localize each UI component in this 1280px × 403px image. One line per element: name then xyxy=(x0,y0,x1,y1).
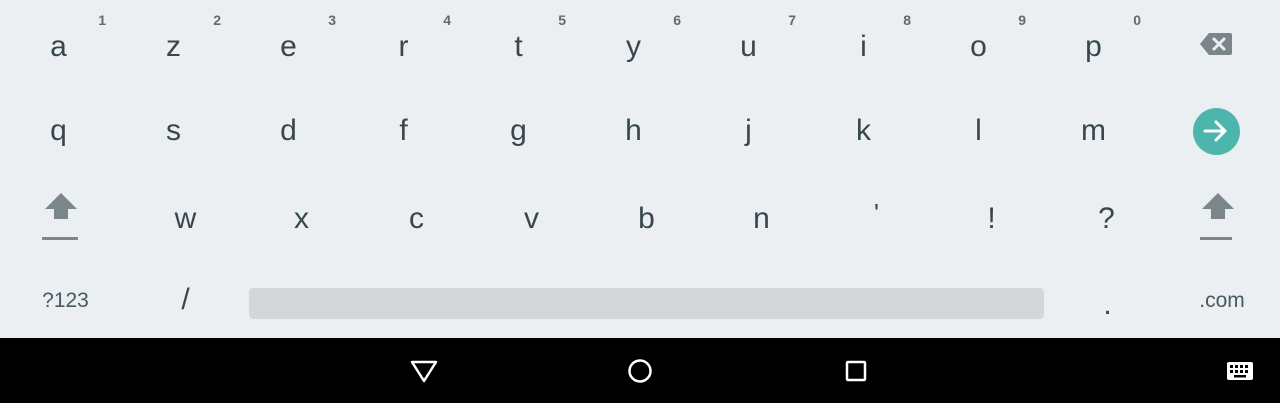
key-label: ? xyxy=(1098,202,1115,235)
system-navigation-bar xyxy=(0,338,1280,403)
key-w[interactable]: w xyxy=(128,174,243,260)
back-button[interactable] xyxy=(379,338,469,403)
key-r[interactable]: r 4 xyxy=(346,0,461,88)
key-label: m xyxy=(1081,114,1106,147)
shift-icon xyxy=(1200,193,1234,240)
recents-square-icon xyxy=(845,360,867,381)
key-label: l xyxy=(975,114,982,147)
key-label: y xyxy=(626,30,641,63)
key-label: / xyxy=(181,283,190,316)
key-hint: 3 xyxy=(328,12,336,28)
home-button[interactable] xyxy=(595,338,685,403)
key-slash[interactable]: / xyxy=(128,262,243,338)
key-label: t xyxy=(514,30,523,63)
key-label: g xyxy=(510,114,527,147)
key-label: ?123 xyxy=(42,288,89,312)
key-hint: 4 xyxy=(443,12,451,28)
key-n[interactable]: n xyxy=(704,174,819,260)
backspace-key[interactable] xyxy=(1158,0,1274,88)
key-t[interactable]: t 5 xyxy=(461,0,576,88)
soft-keyboard: a 1 z 2 e 3 r 4 t 5 y 6 u 7 i 8 o 9 p 0 … xyxy=(0,0,1280,338)
key-label: k xyxy=(856,114,871,147)
key-label: z xyxy=(166,30,181,63)
key-label: e xyxy=(280,30,297,63)
key-label: c xyxy=(409,202,424,235)
key-hint: 0 xyxy=(1133,12,1141,28)
shift-icon xyxy=(42,193,78,240)
shift-key-right[interactable] xyxy=(1160,174,1276,260)
key-label: b xyxy=(638,202,655,235)
key-p[interactable]: p 0 xyxy=(1036,0,1151,88)
key-label: i xyxy=(860,30,867,63)
key-a[interactable]: a 1 xyxy=(1,0,116,88)
key-hint: 9 xyxy=(1018,12,1026,28)
key-q[interactable]: q xyxy=(1,88,116,174)
key-label: h xyxy=(625,114,642,147)
key-l[interactable]: l xyxy=(921,88,1036,174)
key-label: x xyxy=(294,202,309,235)
key-label: v xyxy=(524,202,539,235)
key-s[interactable]: s xyxy=(116,88,231,174)
key-m[interactable]: m xyxy=(1036,88,1151,174)
key-label: u xyxy=(740,30,757,63)
key-label: j xyxy=(745,114,752,147)
arrow-right-icon xyxy=(1203,120,1227,142)
key-h[interactable]: h xyxy=(576,88,691,174)
keyboard-switch-button[interactable] xyxy=(1200,338,1280,403)
key-label: .com xyxy=(1199,288,1245,312)
key-e[interactable]: e 3 xyxy=(231,0,346,88)
key-label: r xyxy=(398,30,409,63)
back-triangle-icon xyxy=(410,360,438,382)
key-exclamation[interactable]: ! xyxy=(934,174,1049,260)
symbols-key[interactable]: ?123 xyxy=(8,262,123,338)
key-hint: 6 xyxy=(673,12,681,28)
key-d[interactable]: d xyxy=(231,88,346,174)
key-hint: 8 xyxy=(903,12,911,28)
key-hint: 2 xyxy=(213,12,221,28)
key-label: ' xyxy=(874,198,879,228)
key-label: q xyxy=(50,114,67,147)
home-circle-icon xyxy=(628,358,652,383)
key-v[interactable]: v xyxy=(474,174,589,260)
shift-key-left[interactable] xyxy=(0,174,122,260)
key-label: w xyxy=(174,202,197,235)
key-label: d xyxy=(280,114,297,147)
key-label: s xyxy=(166,114,181,147)
key-label: a xyxy=(50,30,67,63)
key-o[interactable]: o 9 xyxy=(921,0,1036,88)
key-question[interactable]: ? xyxy=(1049,174,1164,260)
key-c[interactable]: c xyxy=(359,174,474,260)
key-label: p xyxy=(1085,30,1102,63)
key-b[interactable]: b xyxy=(589,174,704,260)
key-f[interactable]: f xyxy=(346,88,461,174)
key-x[interactable]: x xyxy=(244,174,359,260)
key-z[interactable]: z 2 xyxy=(116,0,231,88)
key-y[interactable]: y 6 xyxy=(576,0,691,88)
enter-key[interactable] xyxy=(1158,88,1274,174)
keyboard-switch-icon xyxy=(1227,361,1253,380)
key-u[interactable]: u 7 xyxy=(691,0,806,88)
key-period[interactable]: . xyxy=(1050,262,1165,338)
key-j[interactable]: j xyxy=(691,88,806,174)
recents-button[interactable] xyxy=(811,338,901,403)
key-apostrophe[interactable]: ' xyxy=(819,174,934,260)
key-hint: 7 xyxy=(788,12,796,28)
key-label: . xyxy=(1103,288,1112,321)
spacebar[interactable] xyxy=(249,288,1044,319)
key-g[interactable]: g xyxy=(461,88,576,174)
key-label: ! xyxy=(987,202,996,235)
key-label: f xyxy=(399,114,408,147)
key-label: n xyxy=(753,202,770,235)
dotcom-key[interactable]: .com xyxy=(1164,262,1280,338)
backspace-icon xyxy=(1200,33,1232,55)
key-hint: 5 xyxy=(558,12,566,28)
enter-button-circle xyxy=(1192,107,1240,155)
key-label: o xyxy=(970,30,987,63)
key-k[interactable]: k xyxy=(806,88,921,174)
key-i[interactable]: i 8 xyxy=(806,0,921,88)
key-hint: 1 xyxy=(98,12,106,28)
